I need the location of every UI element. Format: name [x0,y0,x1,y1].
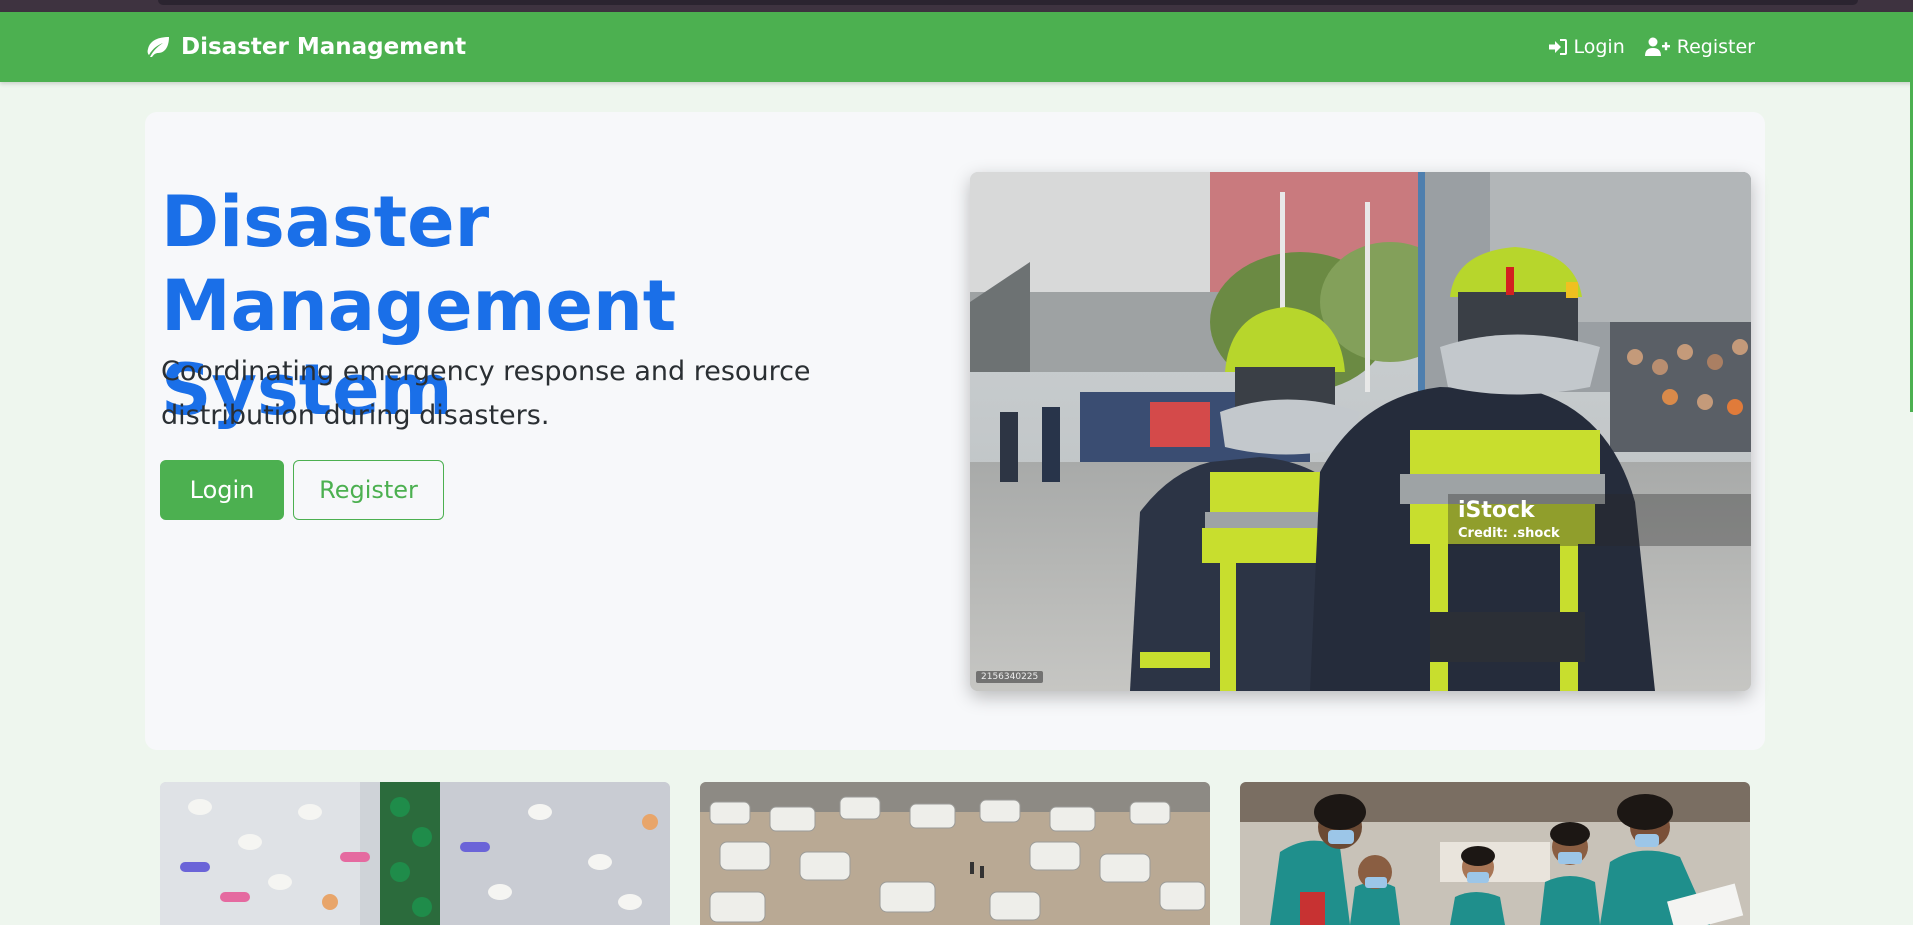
watermark-credit: Credit: .shock [1458,526,1560,541]
nav-register-link[interactable]: Register [1644,36,1755,58]
watermark-brand: iStock [1458,498,1535,523]
brand-text: Disaster Management [181,34,467,60]
nav-register-label: Register [1676,36,1755,58]
browser-top-strip [0,0,1913,12]
user-plus-icon [1644,37,1670,56]
stock-id-label: 2156340225 [976,671,1044,683]
istock-watermark: iStock Credit: .shock [1448,494,1751,546]
firefighters-image: iStock Credit: .shock 2156340225 [970,172,1751,691]
hero-login-button[interactable]: Login [160,460,284,520]
card-medical-volunteers-image [1240,782,1750,925]
leaf-icon [147,37,169,57]
sign-in-icon [1548,39,1567,55]
hero-card: Disaster Management System Coordinating … [145,112,1765,750]
navbar-brand[interactable]: Disaster Management [145,12,466,82]
hero-register-button[interactable]: Register [293,460,444,520]
navbar: Disaster Management Login Register [0,12,1913,82]
nav-login-link[interactable]: Login [1548,36,1625,58]
card-relief-camp-image [700,782,1210,925]
card-medicine-image [160,782,670,925]
medicine-pills-illustration [160,782,670,925]
hero-subtitle: Coordinating emergency response and reso… [161,356,811,431]
firefighters-illustration [970,172,1751,691]
nav-links: Login Register [1548,12,1755,82]
relief-camp-illustration [700,782,1210,925]
nav-login-label: Login [1573,36,1625,58]
medical-volunteers-illustration [1240,782,1750,925]
